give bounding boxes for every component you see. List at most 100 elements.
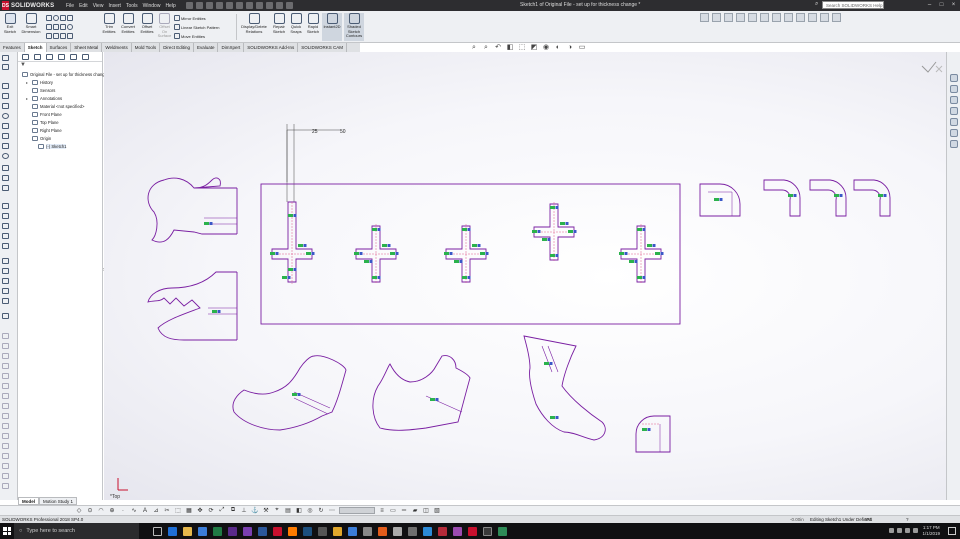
menu-tools[interactable]: Tools [126, 3, 138, 9]
lb-move-icon[interactable] [2, 277, 14, 284]
forum-icon[interactable] [950, 140, 958, 148]
lb-rectangle-icon[interactable] [2, 92, 14, 99]
line-style-icon[interactable]: ▭ [389, 507, 397, 514]
app-generic-icon[interactable] [318, 526, 327, 536]
network-icon[interactable] [897, 528, 903, 533]
file-explorer-icon[interactable] [950, 96, 958, 104]
cross-profile-3[interactable] [444, 224, 489, 284]
previous-view-icon-hu[interactable]: ↶ [494, 44, 502, 52]
lb-slot-icon[interactable] [2, 102, 14, 109]
dimxpertmanager-tab-icon[interactable] [58, 54, 65, 60]
cam-tab-icon[interactable] [82, 54, 89, 60]
lb-scale-icon[interactable] [2, 297, 14, 304]
menu-insert[interactable]: Insert [108, 3, 121, 9]
tree-item-top-plane[interactable]: Top Plane [20, 118, 102, 126]
file-explorer-taskbar-icon[interactable] [183, 526, 192, 536]
tree-item-root[interactable]: Original File - set up for thickness cha… [20, 70, 107, 78]
lb-offset-icon[interactable] [2, 242, 14, 249]
lb-relation-equal-icon[interactable] [2, 372, 14, 379]
edit-appearance-icon[interactable] [748, 13, 757, 22]
media-icon[interactable] [228, 526, 237, 536]
tree-item-origin[interactable]: Origin [20, 134, 102, 142]
scale-tool-icon[interactable]: ⤢ [218, 507, 226, 514]
text-tool-icon[interactable]: A [141, 508, 149, 514]
acrobat-icon[interactable] [273, 526, 282, 536]
battery-icon[interactable] [913, 528, 919, 533]
shaded-contours-button[interactable]: Shaded Sketch Contours [344, 13, 364, 41]
rotate-view-icon[interactable] [820, 13, 829, 22]
menu-window[interactable]: Window [143, 3, 161, 9]
lb-pattern-icon[interactable] [2, 267, 14, 274]
configurationmanager-tab-icon[interactable] [46, 54, 53, 60]
shaded-tool-icon[interactable]: ◧ [295, 507, 303, 514]
relations-tool-icon[interactable]: ⊥ [240, 507, 248, 514]
cross-profile-2[interactable] [354, 224, 399, 284]
line-tool[interactable] [46, 15, 73, 21]
select-icon[interactable] [255, 2, 263, 9]
view-orientation-icon[interactable] [700, 13, 709, 22]
section-view-icon-hu[interactable]: ◧ [506, 44, 514, 52]
lb-relation-intersection-icon[interactable] [2, 482, 14, 489]
pan-view-icon[interactable] [832, 13, 841, 22]
rotate-tool-icon[interactable]: ⟳ [207, 507, 215, 514]
display-style-icon[interactable] [724, 13, 733, 22]
section-view-icon[interactable] [712, 13, 721, 22]
offset-entities-button[interactable]: Offset Entities [138, 13, 156, 41]
dimension-value-1[interactable]: 25 [312, 129, 318, 135]
custom-properties-icon[interactable] [950, 129, 958, 137]
cross-profile-1[interactable] [270, 201, 315, 284]
lb-relation-vertical-icon[interactable] [2, 342, 14, 349]
convert-entities-button[interactable]: Convert Entities [119, 13, 137, 41]
tab-sheet-metal[interactable]: Sheet Metal [71, 43, 103, 52]
volume-icon[interactable] [905, 528, 911, 533]
app5-icon[interactable] [453, 526, 462, 536]
zoom-area-icon[interactable] [796, 13, 805, 22]
displaymanager-tab-icon[interactable] [70, 54, 77, 60]
tab-surfaces[interactable]: Surfaces [47, 43, 72, 52]
units-selector[interactable]: IPS [865, 517, 872, 522]
rapid-sketch-button[interactable]: Rapid Sketch [305, 13, 321, 41]
lb-relation-icon[interactable] [2, 312, 14, 319]
offset-tool-icon[interactable]: ⬚ [174, 507, 182, 514]
new-document-icon[interactable] [195, 2, 203, 9]
display-style-icon-hu[interactable]: ◩ [530, 44, 538, 52]
solidworks-resources-icon[interactable] [950, 74, 958, 82]
tab-model[interactable]: Model [18, 497, 39, 505]
repair-sketch-button[interactable]: Repair Sketch [271, 13, 287, 41]
tree-item-sketch1[interactable]: (-) Sketch1 [20, 142, 102, 150]
design-library-icon[interactable] [950, 85, 958, 93]
snap-tool-icon[interactable]: ⌖ [273, 507, 281, 514]
undo-icon[interactable] [235, 2, 243, 9]
app6-icon[interactable] [483, 526, 492, 536]
scene-icon[interactable] [760, 13, 769, 22]
lb-spline-icon[interactable] [2, 142, 14, 149]
photoshop-icon[interactable] [303, 526, 312, 536]
lb-extend-icon[interactable] [2, 232, 14, 239]
grid-tool-icon[interactable]: ▤ [284, 507, 292, 514]
tree-twist-icon[interactable]: ▸ [26, 96, 30, 101]
lb-relation-perpendicular-icon[interactable] [2, 442, 14, 449]
line-color-icon[interactable]: ▰ [411, 507, 419, 514]
lb-relation-tangent-icon[interactable] [2, 362, 14, 369]
tab-solidworks-addins[interactable]: SOLIDWORKS Add-Ins [244, 43, 299, 52]
search-icon[interactable]: ⌕ [815, 1, 822, 9]
zoom-to-fit-icon[interactable]: ⌕ [470, 44, 478, 52]
quick-snaps-button[interactable]: Quick Snaps [288, 13, 304, 41]
repair-tool-icon[interactable]: ⚒ [262, 507, 270, 514]
mirror-entities-button[interactable]: Mirror Entities [174, 15, 206, 21]
featuremanager-tab-icon[interactable] [22, 54, 29, 60]
menu-edit[interactable]: Edit [79, 3, 88, 9]
print-icon[interactable] [225, 2, 233, 9]
taskbar-search-box[interactable]: ○ Type here to search [14, 523, 139, 539]
view-palette-icon[interactable] [950, 107, 958, 115]
display-icon[interactable]: ◫ [422, 507, 430, 514]
smart-dimension-button[interactable]: Smart Dimension [20, 13, 42, 41]
store-icon[interactable] [198, 526, 207, 536]
quarter-round-profile-3[interactable] [854, 180, 890, 216]
lb-trim-icon[interactable] [2, 222, 14, 229]
firefox-icon[interactable] [378, 526, 387, 536]
redo-icon[interactable] [245, 2, 253, 9]
lb-relation-concentric-icon[interactable] [2, 432, 14, 439]
linear-pattern-tool-icon[interactable]: ▦ [185, 507, 193, 514]
tab-mold-tools[interactable]: Mold Tools [132, 43, 161, 52]
